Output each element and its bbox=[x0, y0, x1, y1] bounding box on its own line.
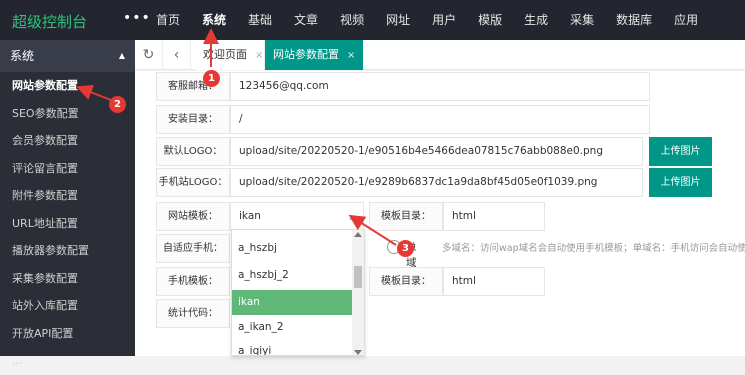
sidebar-item-player[interactable]: 播放器参数配置 bbox=[0, 237, 135, 265]
dropdown-option-selected[interactable]: ikan bbox=[232, 290, 353, 315]
annotation-marker-3: 3 bbox=[397, 240, 414, 257]
template-dir-field[interactable]: html bbox=[443, 202, 545, 231]
dropdown-option[interactable]: a_ikan_2 bbox=[232, 315, 353, 340]
nav-item-generate[interactable]: 生成 bbox=[513, 0, 559, 40]
nav-item-url[interactable]: 网址 bbox=[375, 0, 421, 40]
nav-item-collect[interactable]: 采集 bbox=[559, 0, 605, 40]
nav-item-user[interactable]: 用户 bbox=[421, 0, 467, 40]
tab-bar: ↻ ‹ 欢迎页面 × 网站参数配置 × bbox=[135, 40, 745, 70]
sidebar-header-label: 系统 bbox=[10, 49, 35, 63]
mobile-template-dir-field[interactable]: html bbox=[443, 267, 545, 296]
nav-item-video[interactable]: 视频 bbox=[329, 0, 375, 40]
mobile-template-label: 手机模板： bbox=[156, 267, 230, 296]
scroll-thumb[interactable] bbox=[354, 266, 362, 288]
dropdown-scrollbar[interactable] bbox=[352, 230, 364, 355]
template-dropdown[interactable]: a_hszbj a_hszbj_2 ikan a_ikan_2 a_iqiyi bbox=[231, 229, 365, 356]
mobile-logo-field[interactable]: upload/site/20220520-1/e9289b6837dc1a9da… bbox=[230, 168, 643, 197]
dropdown-option[interactable]: a_hszbj bbox=[232, 236, 353, 261]
adaptive-hint: 多域名：访问wap域名会自动使用手机模板；单域名：手机访问会自动使 bbox=[442, 243, 745, 254]
logo-field[interactable]: upload/site/20220520-1/e90516b4e5466dea0… bbox=[230, 137, 643, 166]
tab-site-config[interactable]: 网站参数配置 × bbox=[265, 40, 363, 70]
template-dir-label: 模板目录： bbox=[369, 202, 443, 231]
sidebar-item-collect[interactable]: 采集参数配置 bbox=[0, 265, 135, 293]
sidebar-item-url[interactable]: URL地址配置 bbox=[0, 210, 135, 238]
logo-label: 默认LOGO： bbox=[156, 137, 230, 166]
dropdown-option[interactable]: a_iqiyi bbox=[232, 339, 353, 355]
nav-item-apps[interactable]: 应用 bbox=[663, 0, 709, 40]
upload-logo-button[interactable]: 上传图片 bbox=[649, 137, 712, 166]
sidebar-item-attachment[interactable]: 附件参数配置 bbox=[0, 182, 135, 210]
annotation-marker-2: 2 bbox=[109, 96, 126, 113]
install-label: 安装目录： bbox=[156, 105, 230, 134]
refresh-icon[interactable]: ↻ bbox=[135, 40, 163, 70]
app-brand: 超级控制台 bbox=[12, 13, 88, 31]
caret-up-icon bbox=[349, 215, 357, 220]
top-nav: 首页 系统 基础 文章 视频 网址 用户 模版 生成 采集 数据库 应用 bbox=[145, 0, 709, 40]
annotation-marker-1: 1 bbox=[203, 70, 220, 87]
template-select-value: ikan bbox=[239, 210, 261, 222]
close-icon[interactable]: × bbox=[255, 50, 263, 61]
close-icon[interactable]: × bbox=[347, 50, 355, 61]
install-dir-field[interactable]: / bbox=[230, 105, 650, 134]
sidebar-item-more[interactable]: ... bbox=[0, 347, 135, 375]
nav-item-template[interactable]: 模版 bbox=[467, 0, 513, 40]
nav-item-system[interactable]: 系统 bbox=[191, 0, 237, 40]
tab-welcome-label: 欢迎页面 bbox=[203, 48, 247, 61]
adaptive-label: 自适应手机： bbox=[156, 234, 230, 263]
dropdown-option[interactable]: a_hszbj_2 bbox=[232, 263, 353, 288]
scroll-up-icon[interactable] bbox=[354, 232, 362, 237]
chevron-left-icon[interactable]: ‹ bbox=[163, 40, 191, 70]
upload-mobile-logo-button[interactable]: 上传图片 bbox=[649, 168, 712, 197]
nav-item-basic[interactable]: 基础 bbox=[237, 0, 283, 40]
sidebar-item-member[interactable]: 会员参数配置 bbox=[0, 127, 135, 155]
email-field[interactable]: 123456@qq.com bbox=[230, 72, 650, 101]
template-label: 网站模板： bbox=[156, 202, 230, 231]
mobile-logo-label: 手机站LOGO： bbox=[156, 168, 230, 197]
scroll-down-icon[interactable] bbox=[354, 350, 362, 355]
top-bar: 超级控制台 ••• 首页 系统 基础 文章 视频 网址 用户 模版 生成 采集 … bbox=[0, 0, 745, 40]
sidebar-item-comment[interactable]: 评论留言配置 bbox=[0, 155, 135, 183]
nav-item-database[interactable]: 数据库 bbox=[605, 0, 663, 40]
tab-welcome[interactable]: 欢迎页面 × bbox=[195, 40, 265, 70]
settings-form: 客服邮箱： 123456@qq.com 安装目录： / 默认LOGO： uplo… bbox=[135, 71, 745, 356]
tab-site-config-label: 网站参数配置 bbox=[273, 48, 339, 61]
mobile-template-dir-label: 模板目录： bbox=[369, 267, 443, 296]
sidebar-header[interactable]: 系统 ▲ bbox=[0, 40, 135, 72]
nav-item-article[interactable]: 文章 bbox=[283, 0, 329, 40]
nav-item-home[interactable]: 首页 bbox=[145, 0, 191, 40]
template-select[interactable]: ikan bbox=[230, 202, 364, 231]
stats-label: 统计代码： bbox=[156, 299, 230, 328]
caret-up-icon: ▲ bbox=[118, 51, 125, 60]
sidebar: 系统 ▲ 网站参数配置 SEO参数配置 会员参数配置 评论留言配置 附件参数配置… bbox=[0, 40, 135, 367]
sidebar-item-import[interactable]: 站外入库配置 bbox=[0, 292, 135, 320]
sidebar-item-api[interactable]: 开放API配置 bbox=[0, 320, 135, 348]
